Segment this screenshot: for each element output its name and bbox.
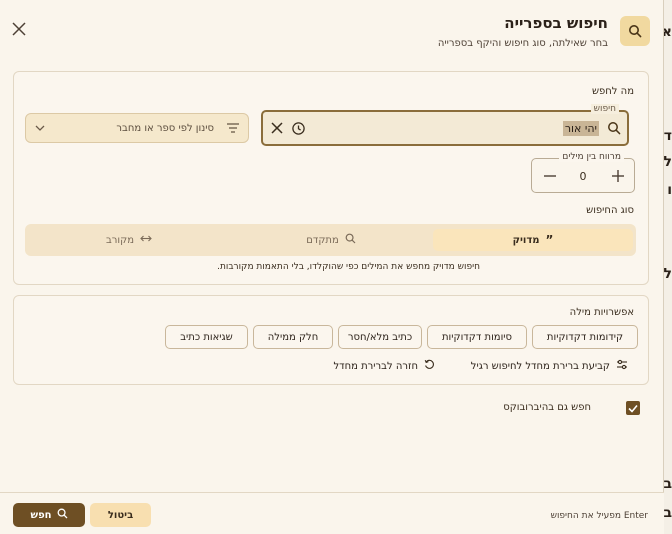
dialog-title: חיפוש בספרייה — [504, 14, 608, 32]
set-default-label: קביעת ברירת מחדל לחיפוש רגיל — [470, 360, 610, 372]
arrows-icon — [140, 234, 152, 246]
tab-exact[interactable]: ” מדויק — [433, 229, 633, 251]
reset-default-button[interactable]: חזרה לברירת מחדל — [333, 358, 435, 374]
word-options-card: אפשרויות מילה קידומות דקדוקיות סיומות דק… — [13, 295, 649, 385]
background-page-edge: א ד ל ו ל ב ב — [664, 0, 672, 534]
quote-icon: ” — [545, 233, 554, 247]
clear-icon[interactable] — [270, 121, 284, 135]
filter-placeholder: סינון לפי ספר או מחבר — [116, 123, 214, 134]
chip-spelling-errors[interactable]: שגיאות כתיב — [165, 325, 248, 349]
dialog-footer: Enter מפעיל את החיפוש ביטול חפש — [0, 492, 664, 534]
sliders-icon — [616, 359, 628, 373]
history-icon[interactable] — [291, 121, 306, 136]
book-author-filter[interactable]: סינון לפי ספר או מחבר — [25, 113, 249, 143]
search-field-label: חיפוש — [590, 104, 619, 114]
reset-default-label: חזרה לברירת מחדל — [333, 360, 418, 372]
tab-approximate-label: מקורב — [105, 234, 135, 246]
hebrewbooks-label: חפש גם בהיברובוקס — [503, 402, 591, 413]
query-section-label: מה לחפש — [591, 86, 634, 97]
search-query-text[interactable]: יהי אור — [562, 121, 599, 136]
query-card: מה לחפש חיפוש יהי אור סינון לפי ספר או מ… — [13, 71, 649, 285]
set-default-button[interactable]: קביעת ברירת מחדל לחיפוש רגיל — [471, 358, 628, 374]
close-icon[interactable] — [10, 20, 28, 38]
enter-hint: Enter מפעיל את החיפוש — [550, 511, 648, 521]
distance-label: מרווח בין מילים — [559, 152, 624, 162]
search-icon — [57, 508, 68, 522]
search-dialog: חיפוש בספרייה בחר שאילתה, סוג חיפוש והיק… — [0, 0, 664, 534]
tab-advanced-label: מתקדם — [306, 234, 339, 246]
tab-advanced[interactable]: מתקדם — [231, 229, 431, 251]
search-input[interactable]: חיפוש יהי אור — [261, 104, 629, 146]
chevron-down-icon — [35, 124, 45, 132]
minus-icon[interactable] — [543, 169, 557, 183]
chip-grammatical-suffixes[interactable]: סיומות דקדוקיות — [427, 325, 527, 349]
hebrewbooks-checkbox[interactable] — [626, 401, 640, 415]
tab-approximate[interactable]: מקורב — [29, 229, 229, 251]
reset-icon — [424, 359, 435, 373]
search-icon — [620, 16, 650, 46]
dialog-header: חיפוש בספרייה בחר שאילתה, סוג חיפוש והיק… — [0, 0, 664, 62]
search-type-tabs: ” מדויק מתקדם מקורב — [25, 224, 636, 256]
word-options-label: אפשרויות מילה — [569, 307, 634, 318]
chip-part-of-word[interactable]: חלק ממילה — [253, 325, 333, 349]
search-icon — [607, 121, 621, 135]
tab-exact-label: מדויק — [512, 234, 540, 246]
chip-full-defective-spelling[interactable]: כתיב מלא/חסר — [338, 325, 422, 349]
filter-icon — [226, 122, 240, 134]
word-distance-stepper[interactable]: מרווח בין מילים 0 — [531, 152, 635, 193]
chip-grammatical-prefixes[interactable]: קידומות דקדוקיות — [532, 325, 638, 349]
zoom-icon — [345, 233, 356, 247]
cancel-button[interactable]: ביטול — [90, 503, 151, 527]
dialog-subtitle: בחר שאילתה, סוג חיפוש והיקף בספרייה — [437, 38, 608, 49]
search-type-description: חיפוש מדויק מחפש את המילים כפי שהוקלדו, … — [217, 262, 480, 272]
search-button-label: חפש — [30, 509, 52, 521]
search-type-label: סוג החיפוש — [586, 205, 634, 216]
search-button[interactable]: חפש — [13, 503, 85, 527]
